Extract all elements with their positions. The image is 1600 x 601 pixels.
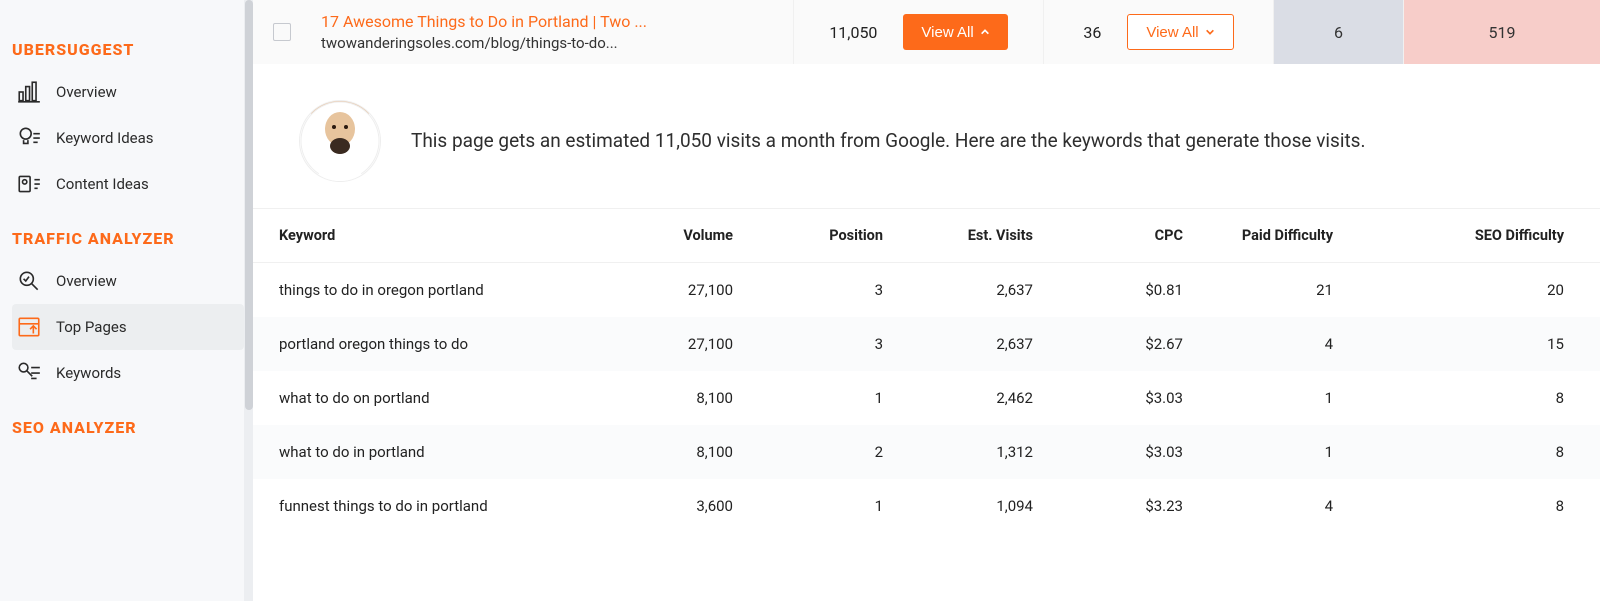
col-volume[interactable]: Volume [613,209,763,262]
avatar [299,100,381,182]
sidebar-item-label: Content Ideas [56,175,149,193]
facebook-shares-value: 6 [1334,23,1343,42]
page-summary-row: 17 Awesome Things to Do in Portland | Tw… [253,0,1600,64]
pinterest-shares-value: 519 [1489,23,1516,42]
section-title-traffic-analyzer: TRAFFIC ANALYZER [12,229,244,248]
cell-est-visits: 2,462 [913,371,1063,425]
keywords-icon [16,360,42,386]
table-row[interactable]: what to do in portland8,10021,312$3.0318 [253,425,1600,479]
insight-message-text: This page gets an estimated 11,050 visit… [411,126,1365,155]
cell-cpc: $3.03 [1063,425,1213,479]
cell-keyword: what to do in portland [253,425,613,479]
scrollbar-thumb[interactable] [245,0,253,410]
sidebar-item-keyword-ideas[interactable]: Keyword Ideas [12,115,244,161]
lightbulb-icon [16,125,42,151]
cell-volume: 3,600 [613,479,763,533]
col-keyword[interactable]: Keyword [253,209,613,262]
cell-position: 3 [763,263,913,317]
cell-cpc: $0.81 [1063,263,1213,317]
section-title-seo-analyzer: SEO ANALYZER [12,418,244,437]
cell-seo-difficulty: 8 [1363,371,1600,425]
select-page-checkbox[interactable] [273,23,291,41]
est-visits-value: 11,050 [829,23,877,42]
keyword-table-body: things to do in oregon portland27,10032,… [253,263,1600,533]
sidebar-item-label: Top Pages [56,318,127,336]
cell-volume: 27,100 [613,263,763,317]
sidebar-item-label: Keywords [56,364,121,382]
col-paid-difficulty[interactable]: Paid Difficulty [1213,209,1363,262]
cell-cpc: $3.23 [1063,479,1213,533]
section-title-ubersuggest: UBERSUGGEST [12,40,244,59]
sidebar-item-label: Overview [56,83,117,101]
cell-position: 2 [763,425,913,479]
cell-keyword: portland oregon things to do [253,317,613,371]
cell-position: 3 [763,317,913,371]
sidebar-item-overview[interactable]: Overview [12,69,244,115]
top-pages-icon [16,314,42,340]
cell-paid-difficulty: 1 [1213,371,1363,425]
pinterest-shares-cell: 519 [1403,0,1600,64]
content-icon [16,171,42,197]
col-seo-difficulty[interactable]: SEO Difficulty [1363,209,1600,262]
cell-paid-difficulty: 21 [1213,263,1363,317]
sidebar-item-traffic-overview[interactable]: Overview [12,258,244,304]
sidebar-item-label: Keyword Ideas [56,129,154,147]
cell-seo-difficulty: 20 [1363,263,1600,317]
button-label: View All [1146,24,1198,41]
scrollbar-track[interactable] [245,0,253,601]
view-all-backlinks-button[interactable]: View All [1127,14,1233,50]
table-row[interactable]: what to do on portland8,10012,462$3.0318 [253,371,1600,425]
cell-position: 1 [763,371,913,425]
bar-chart-icon [16,79,42,105]
page-info-cell: 17 Awesome Things to Do in Portland | Tw… [253,0,793,64]
keyword-table: Keyword Volume Position Est. Visits CPC … [253,208,1600,533]
cell-keyword: funnest things to do in portland [253,479,613,533]
cell-volume: 8,100 [613,425,763,479]
col-position[interactable]: Position [763,209,913,262]
cell-keyword: things to do in oregon portland [253,263,613,317]
insight-message-row: This page gets an estimated 11,050 visit… [253,64,1600,208]
facebook-shares-cell: 6 [1273,0,1403,64]
cell-keyword: what to do on portland [253,371,613,425]
col-cpc[interactable]: CPC [1063,209,1213,262]
sidebar-item-keywords[interactable]: Keywords [12,350,244,396]
cell-est-visits: 2,637 [913,317,1063,371]
sidebar: UBERSUGGEST Overview Keyword Ideas Conte… [0,0,245,601]
backlinks-value: 36 [1083,23,1101,42]
sidebar-item-label: Overview [56,272,117,290]
backlinks-cell: 36 View All [1043,0,1273,64]
view-all-keywords-button[interactable]: View All [903,14,1007,50]
table-row[interactable]: things to do in oregon portland27,10032,… [253,263,1600,317]
table-row[interactable]: funnest things to do in portland3,60011,… [253,479,1600,533]
chevron-up-icon [980,24,990,41]
chevron-down-icon [1205,24,1215,41]
col-est-visits[interactable]: Est. Visits [913,209,1063,262]
cell-paid-difficulty: 4 [1213,479,1363,533]
cell-est-visits: 1,094 [913,479,1063,533]
cell-paid-difficulty: 4 [1213,317,1363,371]
cell-volume: 27,100 [613,317,763,371]
cell-cpc: $2.67 [1063,317,1213,371]
cell-seo-difficulty: 8 [1363,425,1600,479]
keyword-table-header: Keyword Volume Position Est. Visits CPC … [253,208,1600,263]
cell-est-visits: 2,637 [913,263,1063,317]
page-title-link[interactable]: 17 Awesome Things to Do in Portland | Tw… [321,11,647,33]
button-label: View All [921,24,973,41]
analytics-icon [16,268,42,294]
cell-paid-difficulty: 1 [1213,425,1363,479]
main-content: 17 Awesome Things to Do in Portland | Tw… [253,0,1600,601]
est-visits-cell: 11,050 View All [793,0,1043,64]
cell-seo-difficulty: 8 [1363,479,1600,533]
page-url: twowanderingsoles.com/blog/things-to-do.… [321,33,647,53]
cell-est-visits: 1,312 [913,425,1063,479]
sidebar-item-top-pages[interactable]: Top Pages [12,304,244,350]
table-row[interactable]: portland oregon things to do27,10032,637… [253,317,1600,371]
cell-position: 1 [763,479,913,533]
sidebar-item-content-ideas[interactable]: Content Ideas [12,161,244,207]
cell-volume: 8,100 [613,371,763,425]
cell-cpc: $3.03 [1063,371,1213,425]
cell-seo-difficulty: 15 [1363,317,1600,371]
